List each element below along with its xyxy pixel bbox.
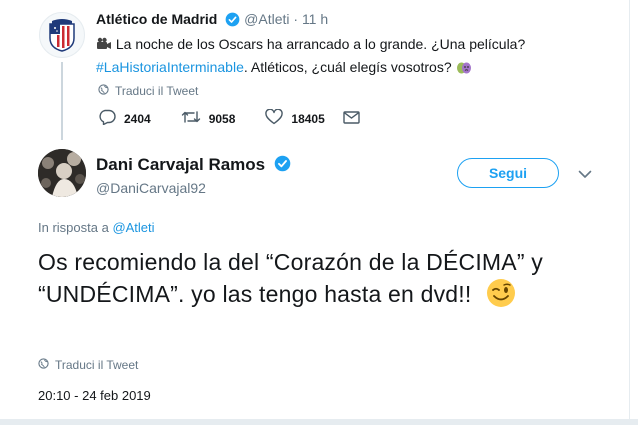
window-edge: [629, 0, 638, 425]
retweet-action[interactable]: 9058: [181, 110, 236, 127]
parent-author-name[interactable]: Atlético de Madrid: [96, 11, 217, 27]
parent-author-handle[interactable]: @Atleti: [244, 11, 289, 27]
winking-face-icon: [486, 278, 516, 316]
envelope-icon: [343, 110, 360, 127]
globe-icon: [38, 358, 49, 372]
parent-text-part1: La noche de los Oscars ha arrancado a lo…: [112, 36, 526, 52]
parent-tweet-actions: 2404 9058 18405: [98, 108, 390, 128]
tweet-translate-label: Traduci il Tweet: [55, 358, 139, 372]
time-separator: ·: [293, 11, 299, 27]
globe-icon: [98, 84, 109, 98]
reply-to-handle-link[interactable]: @Atleti: [112, 220, 154, 235]
tweet-text-body: Os recomiendo la del “Corazón de la DÉCI…: [38, 249, 543, 307]
parent-translate-label: Traduci il Tweet: [115, 84, 199, 98]
follow-button[interactable]: Segui: [457, 158, 559, 188]
parent-tweet-header: Atlético de Madrid @Atleti · 11 h: [96, 11, 328, 30]
atleti-avatar[interactable]: [39, 12, 85, 58]
author-name-text: Dani Carvajal Ramos: [96, 155, 266, 174]
parent-tweet-text: La noche de los Oscars ha arrancado a lo…: [96, 34, 546, 81]
reply-icon: [98, 109, 116, 128]
carvajal-avatar[interactable]: [38, 149, 86, 197]
reply-context: In risposta a @Atleti: [38, 220, 155, 235]
like-count: 18405: [291, 111, 325, 126]
film-camera-icon: [96, 36, 112, 57]
reply-action[interactable]: 2404: [98, 109, 151, 128]
reply-count: 2404: [124, 111, 151, 126]
parent-tweet[interactable]: Atlético de Madrid @Atleti · 11 h La noc…: [0, 0, 630, 140]
tweet-author-name[interactable]: Dani Carvajal Ramos: [96, 155, 291, 177]
reply-prefix: In risposta a: [38, 220, 113, 235]
retweet-count: 9058: [208, 111, 236, 126]
parent-text-part2: . Atléticos, ¿cuál elegís vosotros?: [243, 59, 452, 75]
like-action[interactable]: 18405: [265, 108, 325, 128]
tweet-author-handle[interactable]: @DaniCarvajal92: [96, 180, 206, 196]
atleti-crest-icon: [49, 19, 75, 52]
profile-photo-icon: [38, 149, 86, 197]
parent-tweet-time[interactable]: 11 h: [302, 11, 328, 27]
tweet-text: Os recomiendo la del “Corazón de la DÉCI…: [38, 246, 558, 316]
direct-message-action[interactable]: [343, 110, 360, 127]
verified-badge-icon: [225, 12, 240, 30]
tweet-translate-link[interactable]: Traduci il Tweet: [38, 358, 138, 372]
retweet-icon: [181, 110, 201, 127]
hashtag-link[interactable]: #LaHistoriaInterminable: [96, 59, 244, 75]
parent-translate-link[interactable]: Traduci il Tweet: [98, 84, 198, 98]
performing-arts-icon: [456, 60, 472, 81]
tweet-timestamp[interactable]: 20:10 - 24 feb 2019: [38, 388, 151, 403]
chevron-down-icon[interactable]: [578, 166, 592, 184]
window-bottom-edge: [0, 419, 638, 425]
verified-badge-icon: [274, 155, 291, 177]
heart-icon: [265, 108, 284, 128]
thread-connector: [61, 62, 63, 140]
